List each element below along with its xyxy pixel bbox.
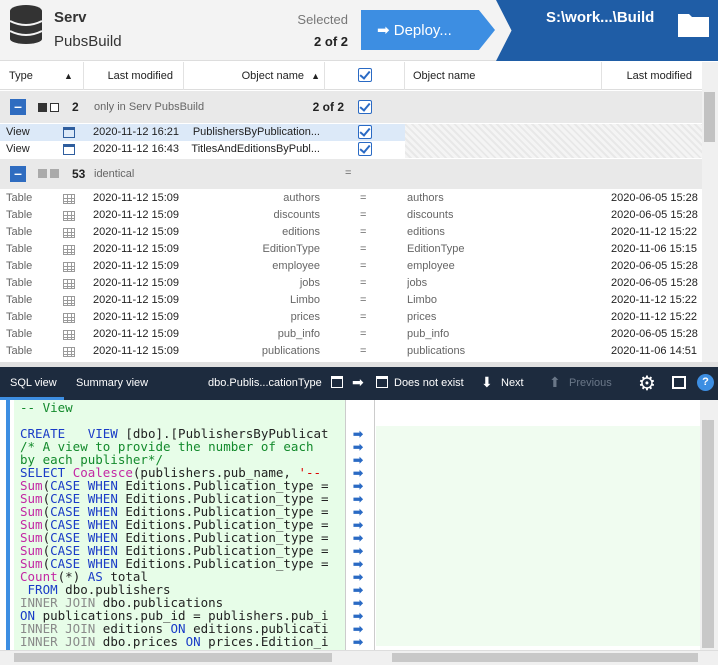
diff-arrow-icon: ➡ [353, 544, 364, 558]
diff-arrow-icon: ➡ [353, 427, 364, 441]
target-status: Does not exist [394, 377, 464, 389]
h-scroll-thumb-right[interactable] [392, 653, 698, 662]
table-row[interactable]: Table 2020-11-12 15:09 authors = authors 2020… [0, 190, 702, 207]
object-name-left: dbo.Publis...cationType [208, 377, 322, 389]
table-row[interactable]: Table 2020-11-12 15:09 Limbo = Limbo 2020-11-… [0, 292, 702, 309]
identical-marker: = [360, 243, 367, 255]
diff-arrow-icon: ➡ [353, 583, 364, 597]
previous-button[interactable]: Previous [569, 377, 612, 389]
view-icon [376, 376, 388, 388]
diff-arrow-icon: ➡ [353, 479, 364, 493]
database-icon [9, 5, 43, 44]
col-select-all[interactable] [325, 62, 405, 90]
identical-marker: = [360, 294, 367, 306]
scroll-thumb[interactable] [704, 92, 715, 142]
diff-arrow-icon: ➡ [353, 453, 364, 467]
code-line: INNER JOIN dbo.prices ON prices.Edition_… [20, 634, 329, 649]
identical-marker: = [360, 345, 367, 357]
selected-label: Selected [297, 12, 348, 27]
identical-icon [50, 169, 59, 178]
source-server: Serv [54, 9, 87, 26]
group-selected-count: 2 of 2 [312, 100, 344, 114]
table-row[interactable]: Table 2020-11-12 15:09 prices = prices 2020-1… [0, 309, 702, 326]
group-label: only in Serv PubsBuild [94, 101, 205, 113]
diff-arrow-icon: ➡ [353, 440, 364, 454]
tab-summary-view[interactable]: Summary view [76, 377, 148, 389]
folder-icon[interactable] [677, 10, 710, 38]
identical-marker: = [360, 260, 367, 272]
missing-target-placeholder [405, 124, 702, 158]
source-database: PubsBuild [54, 33, 122, 50]
table-icon [63, 346, 75, 363]
table-row[interactable]: Table 2020-11-12 15:09 EditionType = Edition… [0, 241, 702, 258]
deploy-button[interactable]: ➡ Deploy... [361, 10, 495, 50]
sql-toolbar: SQL view Summary view dbo.Publis...catio… [0, 367, 718, 400]
table-row[interactable]: Table 2020-11-12 15:09 editions = editions 20… [0, 224, 702, 241]
h-scroll-thumb-left[interactable] [14, 653, 332, 662]
selected-count: 2 of 2 [314, 34, 348, 49]
identical-marker: = [360, 226, 367, 238]
external-link-icon[interactable] [672, 376, 686, 389]
col-object-name-right[interactable]: Object name [405, 62, 602, 90]
identical-icon [38, 169, 47, 178]
diff-arrow-icon: ➡ [353, 557, 364, 571]
col-last-modified-left[interactable]: Last modified [84, 62, 184, 90]
only-in-source-icon-empty [50, 103, 59, 112]
column-header-row: Type ▲ Last modified Object name ▲ Object … [0, 62, 702, 90]
diff-arrow-icon: ➡ [353, 518, 364, 532]
diff-arrow-icon: ➡ [353, 609, 364, 623]
collapse-icon[interactable]: – [10, 99, 26, 115]
group-count: 2 [72, 100, 79, 114]
view-icon [331, 376, 343, 388]
diff-arrow-icon: ➡ [353, 635, 364, 649]
tab-sql-view[interactable]: SQL view [10, 377, 57, 389]
group-header-identical[interactable]: – 53 identical = [0, 159, 702, 189]
table-row[interactable]: Table 2020-11-12 15:09 jobs = jobs 2020-06-05… [0, 275, 702, 292]
only-in-source-icon [38, 103, 47, 112]
group-label: identical [94, 168, 135, 180]
sort-up-icon: ▲ [311, 71, 320, 81]
code-line: -- View [20, 400, 73, 415]
col-object-name-left[interactable]: Object name ▲ [184, 62, 325, 90]
target-path: S:\work...\Build [546, 9, 655, 26]
sql-target-placeholder [376, 426, 700, 646]
diff-arrow-icon: ➡ [353, 492, 364, 506]
col-type[interactable]: Type ▲ [0, 62, 84, 90]
table-row[interactable]: Table 2020-11-12 15:09 pub_info = pub_info 20… [0, 326, 702, 343]
identical-marker: = [360, 209, 367, 221]
sort-up-icon: ▲ [64, 71, 73, 81]
col-last-modified-right[interactable]: Last modified [602, 62, 702, 90]
help-icon[interactable]: ? [697, 374, 714, 391]
next-button[interactable]: Next [501, 377, 524, 389]
identical-marker: = [360, 277, 367, 289]
diff-arrow-icon: ➡ [353, 570, 364, 584]
change-marker [6, 400, 10, 650]
identical-marker: = [360, 192, 367, 204]
diff-arrow-icon: ➡ [353, 622, 364, 636]
identical-marker: = [345, 167, 352, 179]
group-header-only-in-source[interactable]: – 2 only in Serv PubsBuild 2 of 2 [0, 91, 702, 123]
table-row[interactable]: Table 2020-11-12 15:09 discounts = discounts… [0, 207, 702, 224]
arrow-right-icon: ➡ [352, 374, 364, 390]
diff-arrow-icon: ➡ [353, 505, 364, 519]
table-row[interactable]: Table 2020-11-12 15:09 publications = public… [0, 343, 702, 360]
diff-arrow-icon: ➡ [353, 466, 364, 480]
arrow-up-icon[interactable]: ⬆ [549, 374, 561, 391]
group-checkbox[interactable] [358, 100, 372, 114]
arrow-down-icon[interactable]: ⬇ [481, 374, 493, 391]
collapse-icon[interactable]: – [10, 166, 26, 182]
select-all-checkbox[interactable] [357, 68, 372, 82]
diff-arrow-icon: ➡ [353, 531, 364, 545]
identical-marker: = [360, 311, 367, 323]
diff-arrow-icon: ➡ [353, 596, 364, 610]
gear-icon[interactable]: ⚙ [638, 371, 656, 396]
code-scroll-thumb[interactable] [702, 420, 714, 648]
identical-marker: = [360, 328, 367, 340]
group-count: 53 [72, 167, 86, 181]
table-row[interactable]: Table 2020-11-12 15:09 employee = employee 20… [0, 258, 702, 275]
